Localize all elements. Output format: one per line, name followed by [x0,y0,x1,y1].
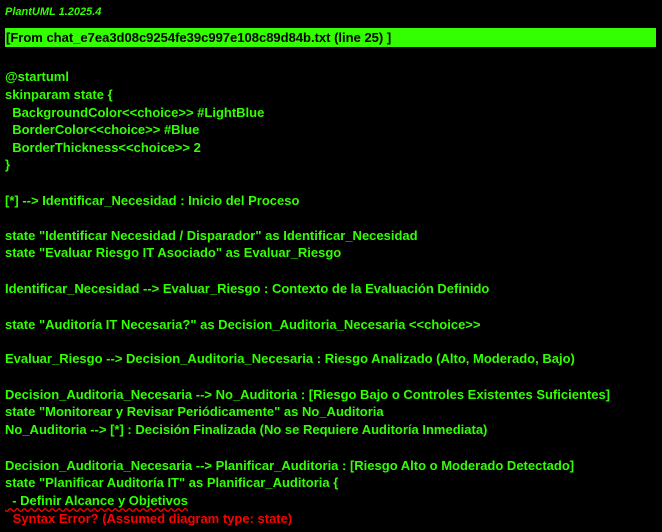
code-line-state-decision: state "Auditoría IT Necesaria?" as Decis… [5,317,481,332]
code-line-startuml: @startuml [5,69,69,84]
version-label: PlantUML 1.2025.4 [5,6,102,18]
code-line-state-no-auditoria: state "Monitorear y Revisar Periódicamen… [5,404,384,419]
source-header-text: [From chat_e7ea3d08c9254fe39c997e108c89d… [6,30,392,45]
code-line-state-planificar: state "Planificar Auditoría IT" as Plani… [5,475,339,490]
code-line-transition-no-auditoria: Decision_Auditoria_Necesaria --> No_Audi… [5,387,611,402]
code-line-border-thickness: BorderThickness<<choice>> 2 [5,140,201,155]
code-line-transition-planificar: Decision_Auditoria_Necesaria --> Planifi… [5,458,575,473]
code-line-background-color: BackgroundColor<<choice>> #LightBlue [5,105,265,120]
code-line-transition-evaluar: Identificar_Necesidad --> Evaluar_Riesgo… [5,281,490,296]
code-line-transition-decision: Evaluar_Riesgo --> Decision_Auditoria_Ne… [5,351,575,366]
code-line-error-highlighted: - Definir Alcance y Objetivos [5,493,189,508]
syntax-error-message: Syntax Error? (Assumed diagram type: sta… [9,511,293,526]
code-line-close-brace: } [5,157,11,172]
code-line-initial-transition: [*] --> Identificar_Necesidad : Inicio d… [5,193,300,208]
code-line-border-color: BorderColor<<choice>> #Blue [5,122,200,137]
code-line-state-evaluar: state "Evaluar Riesgo IT Asociado" as Ev… [5,245,342,260]
source-header-bar: [From chat_e7ea3d08c9254fe39c997e108c89d… [5,28,656,47]
code-line-skinparam: skinparam state { [5,87,113,102]
code-line-state-identificar: state "Identificar Necesidad / Disparado… [5,228,418,243]
plantuml-error-screen: PlantUML 1.2025.4 [From chat_e7ea3d08c92… [0,0,662,532]
code-line-transition-final: No_Auditoria --> [*] : Decisión Finaliza… [5,422,488,437]
